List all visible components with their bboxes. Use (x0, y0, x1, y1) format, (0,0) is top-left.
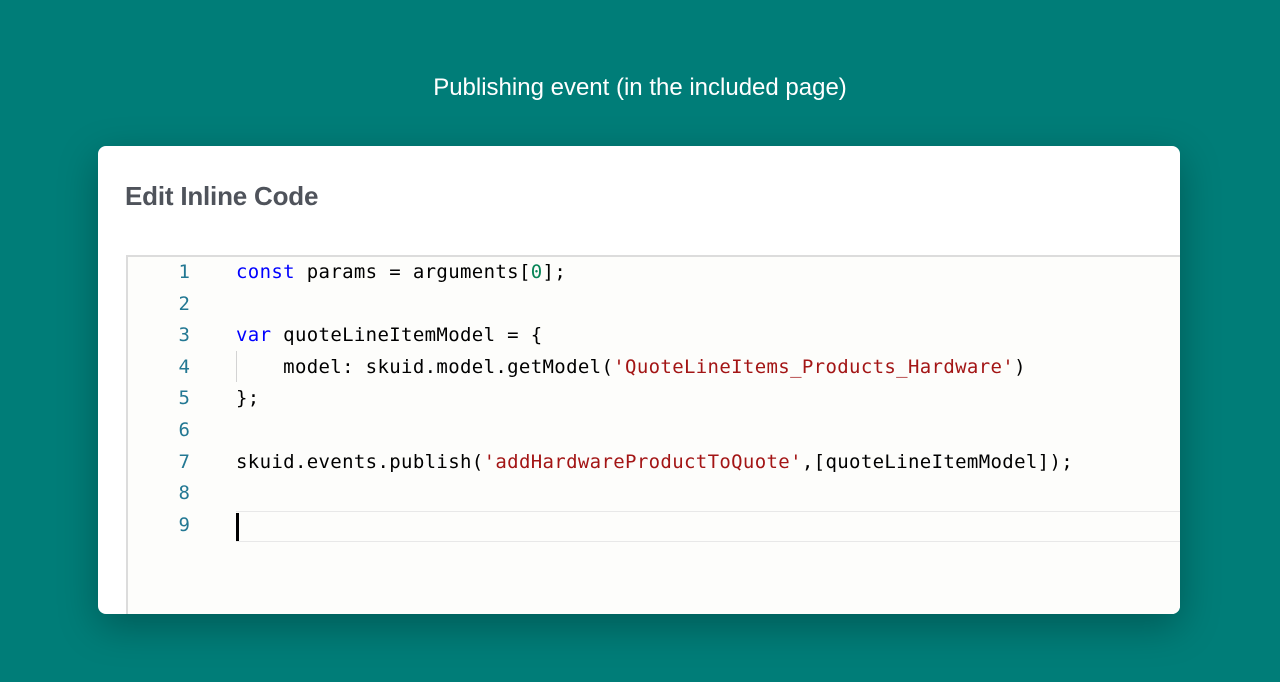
code-token: 'QuoteLineItems_Products_Hardware' (613, 355, 1015, 378)
line-number: 7 (178, 450, 190, 473)
code-token: ,[quoteLineItemModel]); (801, 450, 1074, 473)
code-token: ]; (542, 261, 567, 283)
code-token: quoteLineItemModel = { (271, 324, 543, 347)
code-token: skuid.events.publish( (236, 450, 484, 473)
edit-inline-code-dialog: Edit Inline Code 1 const params = argumen… (98, 146, 1180, 614)
line-number: 5 (178, 387, 190, 410)
line-number: 4 (178, 355, 190, 378)
page-caption: Publishing event (in the included page) (433, 74, 847, 101)
code-text: }; (236, 383, 260, 414)
dialog-title: Edit Inline Code (125, 181, 319, 211)
code-token: 'addHardwareProductToQuote' (483, 450, 802, 473)
code-token: params = arguments[ (294, 261, 531, 283)
code-line[interactable]: 7 skuid.events.publish('addHardwareProduc… (128, 447, 1180, 478)
code-text: skuid.events.publish('addHardwareProduct… (236, 447, 1073, 478)
code-line[interactable]: 2 (128, 289, 1180, 320)
code-line[interactable]: 5}; (128, 383, 1180, 414)
code-line[interactable]: 6 (128, 415, 1180, 446)
line-number: 9 (178, 513, 190, 536)
line-number: 3 (178, 324, 190, 347)
code-text: var quoteLineItemModel = { (236, 320, 543, 351)
line-number: 6 (178, 419, 190, 441)
line-number: 8 (178, 482, 190, 505)
code-line[interactable]: 1 const params = arguments[0]; (128, 257, 1180, 288)
code-line[interactable]: 4 model: skuid.model.getModel('QuoteLine… (128, 352, 1180, 383)
code-line[interactable]: 8 (128, 478, 1180, 509)
code-token: const (236, 261, 295, 283)
code-token: var (236, 324, 272, 347)
code-text: model: skuid.model.getModel('QuoteLineIt… (236, 352, 1026, 383)
code-token: model: skuid.model.getModel( (236, 355, 614, 378)
code-text: const params = arguments[0]; (236, 257, 566, 288)
line-number: 2 (178, 292, 190, 315)
line-number: 1 (178, 261, 190, 283)
code-line[interactable]: 9 (128, 510, 1180, 541)
code-line[interactable]: 3 var quoteLineItemModel = { (128, 320, 1180, 351)
code-token: ) (1014, 355, 1026, 378)
code-token: }; (236, 387, 260, 410)
code-editor[interactable]: 1 const params = arguments[0]; 2 3 var quote… (126, 255, 1180, 614)
code-token: 0 (530, 261, 543, 283)
